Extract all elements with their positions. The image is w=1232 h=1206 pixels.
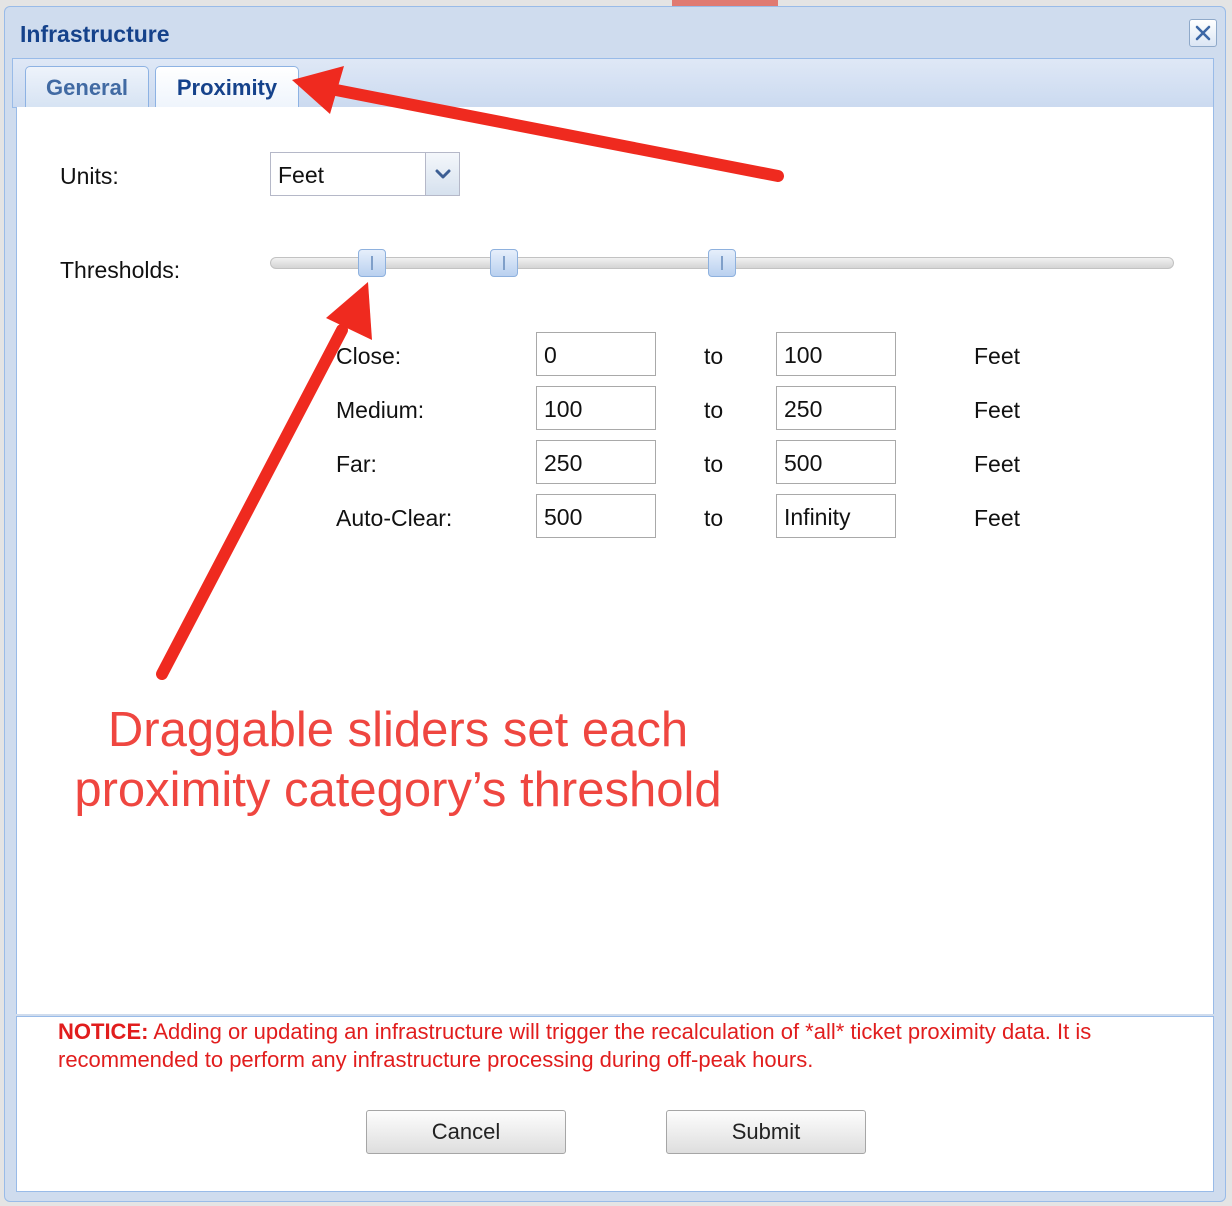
far-to-label: to: [704, 451, 724, 477]
annotation-line-1: Draggable sliders set each: [107, 703, 689, 757]
close-from-input[interactable]: 0: [536, 332, 656, 376]
units-value: Feet: [278, 162, 325, 188]
units-dropdown-trigger[interactable]: [425, 153, 459, 195]
far-to-input[interactable]: 500: [776, 440, 896, 484]
close-button[interactable]: [1189, 19, 1217, 47]
annotation-callout: Draggable sliders set each proximity cat…: [40, 700, 756, 820]
notice-text: NOTICE: Adding or updating an infrastruc…: [58, 1018, 1208, 1074]
notice-body: Adding or updating an infrastructure wil…: [58, 1019, 1092, 1072]
far-unit: Feet: [974, 451, 1021, 477]
units-select[interactable]: Feet: [270, 152, 460, 196]
auto-clear-from-input[interactable]: 500: [536, 494, 656, 538]
close-to-label: to: [704, 343, 724, 369]
medium-to-input[interactable]: 250: [776, 386, 896, 430]
close-label: Close:: [336, 343, 402, 369]
units-label: Units:: [60, 163, 119, 189]
tab-strip: General Proximity: [12, 58, 1214, 109]
medium-from-input[interactable]: 100: [536, 386, 656, 430]
slider-thumb-far[interactable]: [708, 249, 736, 277]
slider-thumb-medium[interactable]: [490, 249, 518, 277]
medium-to-label: to: [704, 397, 724, 423]
tab-general[interactable]: General: [25, 66, 149, 108]
submit-button[interactable]: Submit: [666, 1110, 866, 1154]
auto-clear-to-input[interactable]: Infinity: [776, 494, 896, 538]
cancel-button[interactable]: Cancel: [366, 1110, 566, 1154]
thresholds-label: Thresholds:: [60, 257, 181, 283]
chevron-down-icon: [435, 169, 450, 179]
tab-proximity[interactable]: Proximity: [155, 66, 299, 109]
auto-clear-label: Auto-Clear:: [336, 505, 453, 531]
annotation-line-2: proximity category’s threshold: [74, 763, 722, 817]
medium-label: Medium:: [336, 397, 425, 423]
dialog-title: Infrastructure: [20, 21, 170, 47]
proximity-panel: [16, 107, 1214, 1014]
close-icon: [1195, 25, 1211, 41]
slider-thumb-close[interactable]: [358, 249, 386, 277]
medium-unit: Feet: [974, 397, 1021, 423]
notice-prefix: NOTICE:: [58, 1019, 149, 1044]
far-label: Far:: [336, 451, 377, 477]
close-to-input[interactable]: 100: [776, 332, 896, 376]
auto-clear-to-label: to: [704, 505, 724, 531]
close-unit: Feet: [974, 343, 1021, 369]
far-from-input[interactable]: 250: [536, 440, 656, 484]
auto-clear-unit: Feet: [974, 505, 1021, 531]
